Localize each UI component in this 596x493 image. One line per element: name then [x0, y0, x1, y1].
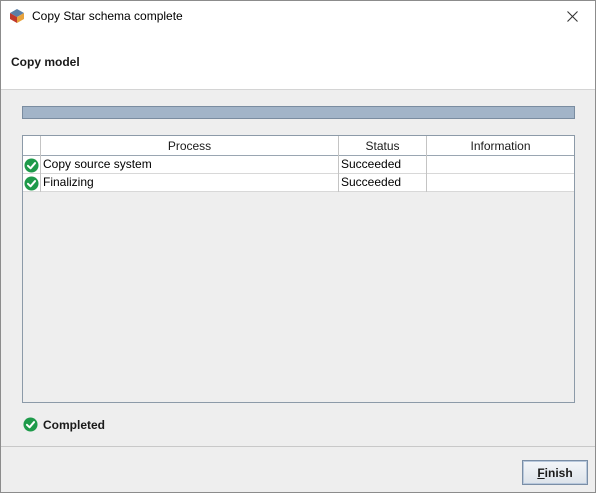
finish-label: inish — [544, 465, 573, 480]
wizard-header: Copy model — [1, 32, 595, 90]
header-title: Copy model — [11, 55, 80, 69]
close-icon — [566, 11, 578, 22]
success-check-icon — [24, 157, 39, 173]
icon-column-header[interactable] — [23, 136, 41, 156]
information-cell — [427, 174, 574, 192]
completion-status: Completed — [23, 417, 105, 432]
row-status-icon-cell — [23, 174, 41, 192]
status-cell: Succeeded — [339, 156, 427, 174]
status-cell: Succeeded — [339, 174, 427, 192]
process-table: Process Status Information Copy source s… — [22, 135, 575, 403]
finish-mnemonic: F — [537, 465, 545, 480]
progress-bar — [22, 106, 575, 119]
status-column-header[interactable]: Status — [339, 136, 427, 156]
information-column-header[interactable]: Information — [427, 136, 574, 156]
process-column-header[interactable]: Process — [41, 136, 339, 156]
close-button[interactable] — [549, 1, 595, 32]
completion-label: Completed — [43, 417, 106, 432]
table-row[interactable]: Copy source system Succeeded — [23, 156, 574, 174]
dialog-window: Copy Star schema complete Copy model Pro… — [0, 0, 596, 493]
footer-divider — [1, 446, 595, 447]
success-check-icon — [23, 417, 38, 432]
app-logo-icon — [9, 8, 25, 24]
information-cell — [427, 156, 574, 174]
title-bar: Copy Star schema complete — [1, 1, 595, 32]
table-row[interactable]: Finalizing Succeeded — [23, 174, 574, 192]
row-status-icon-cell — [23, 156, 41, 174]
process-cell: Finalizing — [41, 174, 339, 192]
process-cell: Copy source system — [41, 156, 339, 174]
window-title: Copy Star schema complete — [32, 9, 183, 23]
success-check-icon — [24, 175, 39, 191]
finish-button[interactable]: Finish — [522, 460, 588, 485]
table-header: Process Status Information — [23, 136, 574, 156]
